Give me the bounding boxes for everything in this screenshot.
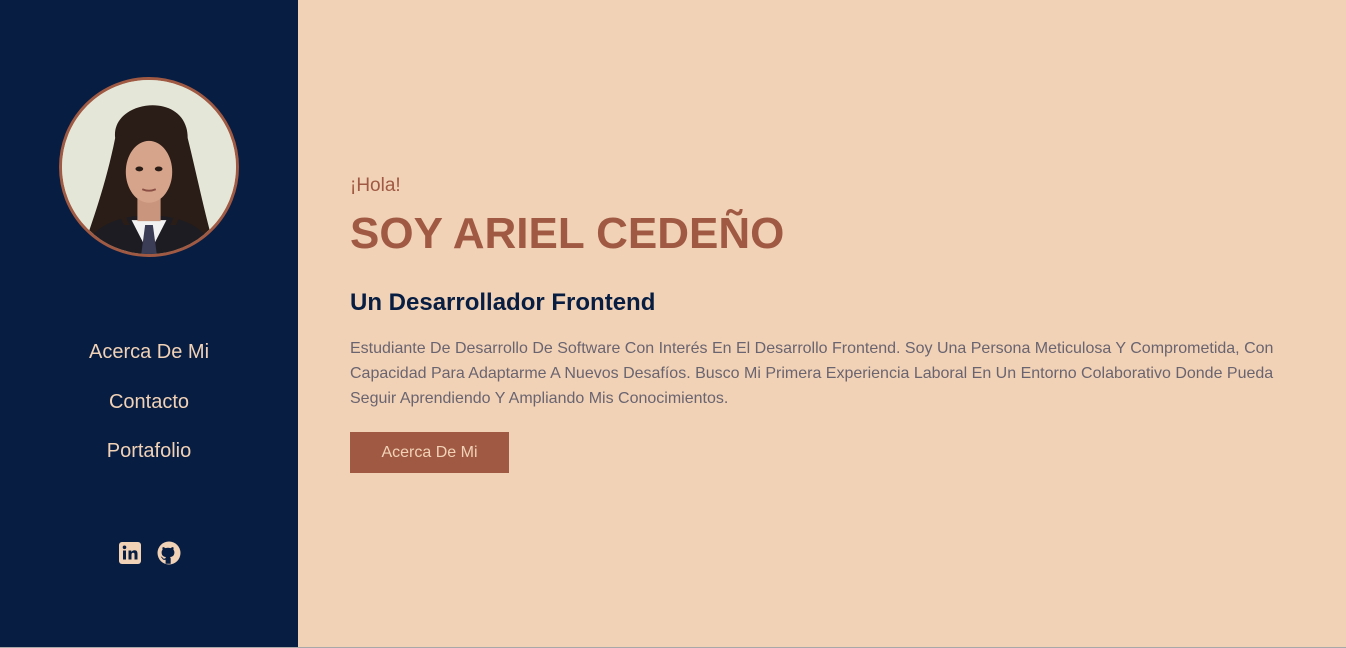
github-icon[interactable]	[157, 541, 181, 565]
about-me-button[interactable]: Acerca De Mi	[350, 432, 509, 473]
nav-link-acerca[interactable]: Acerca De Mi	[0, 337, 298, 367]
linkedin-icon[interactable]	[118, 541, 142, 565]
hero-role: Un Desarrollador Frontend	[350, 289, 656, 316]
hero-bio: Estudiante De Desarrollo De Software Con…	[350, 340, 1274, 407]
profile-photo	[62, 80, 236, 254]
greeting: ¡Hola!	[350, 175, 401, 196]
sidebar-nav: Acerca De Mi Contacto Portafolio	[0, 337, 298, 486]
nav-link-portafolio[interactable]: Portafolio	[0, 436, 298, 466]
hero-name: SOY ARIEL CEDEÑO	[350, 209, 785, 258]
nav-link-contacto[interactable]: Contacto	[0, 387, 298, 417]
avatar	[59, 77, 239, 257]
sidebar: Acerca De Mi Contacto Portafolio	[0, 0, 298, 647]
social-links	[0, 541, 298, 565]
